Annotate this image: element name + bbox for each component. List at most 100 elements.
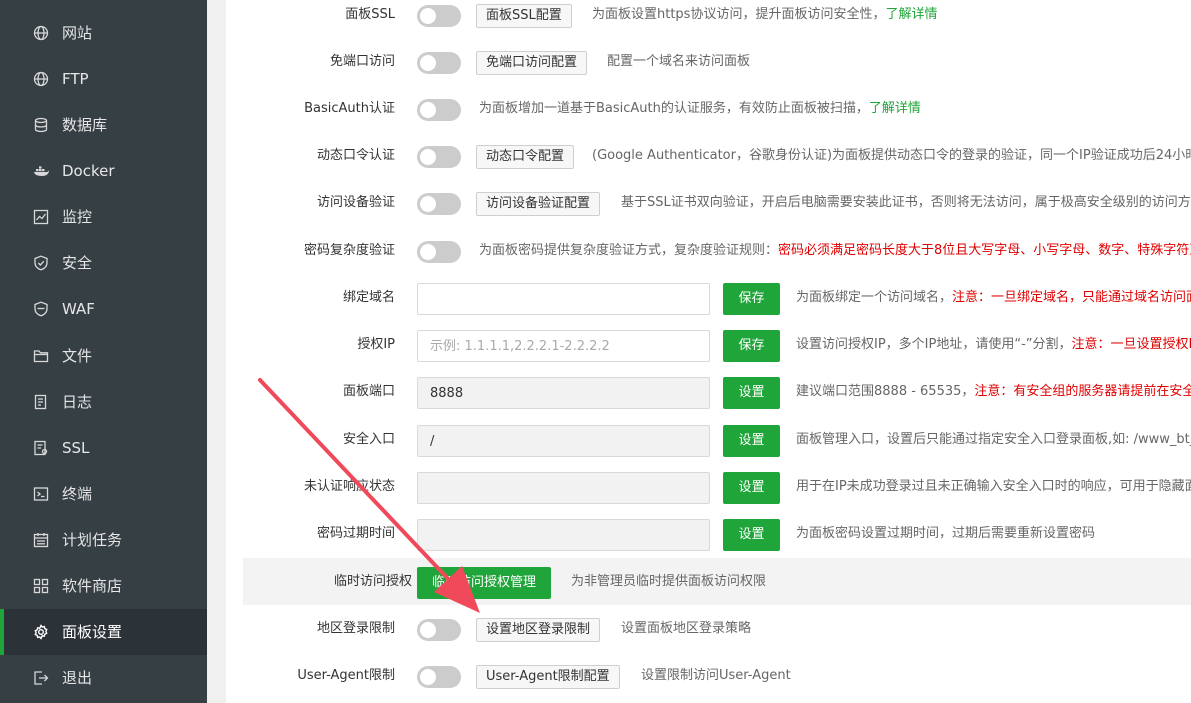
learn-more-link[interactable]: 了解详情 [885,7,937,22]
setting-label: 绑定域名 [342,290,395,305]
sidebar-item-docker[interactable]: Docker [0,148,207,194]
unauth-response-set-button[interactable]: 设置 [723,472,780,504]
sidebar-item-label: WAF [62,300,95,318]
sidebar-item-security[interactable]: 安全 [0,240,207,286]
globe-icon [33,25,49,41]
auth-ip-input[interactable] [417,330,710,362]
setting-row-temp-auth: 临时访问授权 临时访问授权管理 为非管理员临时提供面板访问权限 [243,558,1191,605]
setting-label: 密码复杂度验证 [303,243,395,258]
dynamic-code-config-button[interactable]: 动态口令配置 [476,145,575,169]
docker-icon [33,163,49,179]
sidebar-item-label: 网站 [62,24,93,42]
sidebar-item-ssl[interactable]: SSL [0,425,207,471]
port-free-toggle[interactable] [417,52,461,74]
setting-row-panel-port: 面板端口 设置 建议端口范围8888 - 65535，注意：有安全组的服务器请提… [226,368,1191,415]
setting-description: 为面板设置https协议访问，提升面板访问安全性，了解详情 [592,7,938,22]
setting-row-panel-ssl: 面板SSL 面板SSL配置 为面板设置https协议访问，提升面板访问安全性，了… [226,0,1191,38]
sidebar-item-logout[interactable]: 退出 [0,655,207,701]
setting-label: 访问设备验证 [316,195,395,210]
region-limit-config-button[interactable]: 设置地区登录限制 [476,618,601,642]
sidebar-item-label: SSL [62,439,90,457]
region-limit-toggle[interactable] [417,619,461,641]
device-verify-toggle[interactable] [417,193,461,215]
sidebar-item-monitor[interactable]: 监控 [0,194,207,240]
panel-port-set-button[interactable]: 设置 [723,377,780,409]
unauth-response-input[interactable] [417,472,710,504]
setting-description: 为面板密码设置过期时间，过期后需要重新设置密码 [796,526,1096,541]
certificate-icon [33,440,49,456]
gear-icon [33,624,49,640]
setting-row-auth-ip: 授权IP 保存 设置访问授权IP，多个IP地址，请使用“-”分割，注意：一旦设置… [226,321,1191,368]
setting-label: 授权IP [357,337,395,352]
temp-auth-manage-button[interactable]: 临时访问授权管理 [417,567,552,599]
setting-description: (Google Authenticator，谷歌身份认证)为面板提供动态口令的登… [592,148,1191,163]
calendar-icon [33,532,49,548]
sidebar-item-label: Docker [62,162,115,180]
shield-icon [33,255,49,271]
panel-ssl-toggle[interactable] [417,5,461,27]
setting-description: 基于SSL证书双向验证，开启后电脑需要安装此证书，否则将无法访问，属于极高安全级… [621,195,1191,210]
setting-description: 设置限制访问User-Agent [641,668,791,683]
sidebar-item-label: 文件 [62,347,93,365]
logout-icon [33,670,49,686]
sidebar-item-terminal[interactable]: 终端 [0,471,207,517]
setting-description: 设置面板地区登录策略 [621,621,752,636]
sidebar-item-website[interactable]: 网站 [0,10,207,56]
setting-label: BasicAuth认证 [304,101,395,116]
setting-label: 密码过期时间 [316,526,395,541]
sidebar-item-label: 软件商店 [62,577,123,595]
setting-label: User-Agent限制 [297,668,395,683]
password-expire-input[interactable] [417,519,710,551]
setting-label: 面板SSL [345,7,395,22]
sidebar-item-label: 日志 [62,393,93,411]
device-verify-config-button[interactable]: 访问设备验证配置 [476,192,601,216]
sidebar-item-cron[interactable]: 计划任务 [0,517,207,563]
log-icon [33,394,49,410]
sidebar-item-label: 监控 [62,208,93,226]
sidebar-item-ftp[interactable]: FTP [0,56,207,102]
setting-row-basic-auth: BasicAuth认证 为面板增加一道基于BasicAuth的认证服务，有效防止… [226,85,1191,132]
basic-auth-toggle[interactable] [417,99,461,121]
auth-ip-save-button[interactable]: 保存 [723,330,780,362]
sidebar-item-panel-settings[interactable]: 面板设置 [0,609,207,655]
apps-icon [33,578,49,594]
chart-icon [33,209,49,225]
dynamic-code-toggle[interactable] [417,146,461,168]
password-complexity-toggle[interactable] [417,241,461,263]
setting-description: 为面板密码提供复杂度验证方式，复杂度验证规则：密码必须满足密码长度大于8位且大写… [479,243,1191,258]
waf-shield-icon [33,301,49,317]
setting-label: 安全入口 [342,432,395,447]
setting-description: 建议端口范围8888 - 65535，注意：有安全组的服务器请提前在安全组放行新… [796,384,1191,399]
port-free-config-button[interactable]: 免端口访问配置 [476,51,588,75]
panel-ssl-config-button[interactable]: 面板SSL配置 [476,4,572,28]
sidebar-item-label: 安全 [62,254,93,272]
learn-more-link[interactable]: 了解详情 [869,101,921,116]
sidebar-item-database[interactable]: 数据库 [0,102,207,148]
sidebar-item-app-store[interactable]: 软件商店 [0,563,207,609]
setting-row-password-complexity: 密码复杂度验证 为面板密码提供复杂度验证方式，复杂度验证规则：密码必须满足密码长… [226,227,1191,274]
sidebar-item-label: 终端 [62,485,93,503]
setting-label: 动态口令认证 [316,148,395,163]
setting-row-dynamic-code: 动态口令认证 动态口令配置 (Google Authenticator，谷歌身份… [226,132,1191,179]
database-icon [33,117,49,133]
terminal-icon [33,486,49,502]
bind-domain-input[interactable] [417,283,710,315]
ua-limit-toggle[interactable] [417,666,461,688]
setting-label: 免端口访问 [329,54,395,69]
password-expire-set-button[interactable]: 设置 [723,519,780,551]
sidebar-item-label: 数据库 [62,116,108,134]
panel-port-input[interactable] [417,377,710,409]
setting-description: 为面板增加一道基于BasicAuth的认证服务，有效防止面板被扫描，了解详情 [479,101,921,116]
ua-limit-config-button[interactable]: User-Agent限制配置 [476,665,620,689]
sidebar-item-waf[interactable]: WAF [0,286,207,332]
setting-description: 面板管理入口，设置后只能通过指定安全入口登录面板,如: /www_bt_cn [796,432,1191,447]
bind-domain-save-button[interactable]: 保存 [723,283,780,315]
setting-row-security-entry: 安全入口 设置 面板管理入口，设置后只能通过指定安全入口登录面板,如: /www… [226,416,1191,463]
settings-panel: 面板SSL 面板SSL配置 为面板设置https协议访问，提升面板访问安全性，了… [226,0,1191,703]
folder-icon [33,348,49,364]
sidebar-item-files[interactable]: 文件 [0,333,207,379]
security-entry-input[interactable] [417,425,710,457]
setting-description: 用于在IP未成功登录过且未正确输入安全入口时的响应，可用于隐藏面板特征 [796,479,1191,494]
security-entry-set-button[interactable]: 设置 [723,425,780,457]
sidebar-item-logs[interactable]: 日志 [0,379,207,425]
